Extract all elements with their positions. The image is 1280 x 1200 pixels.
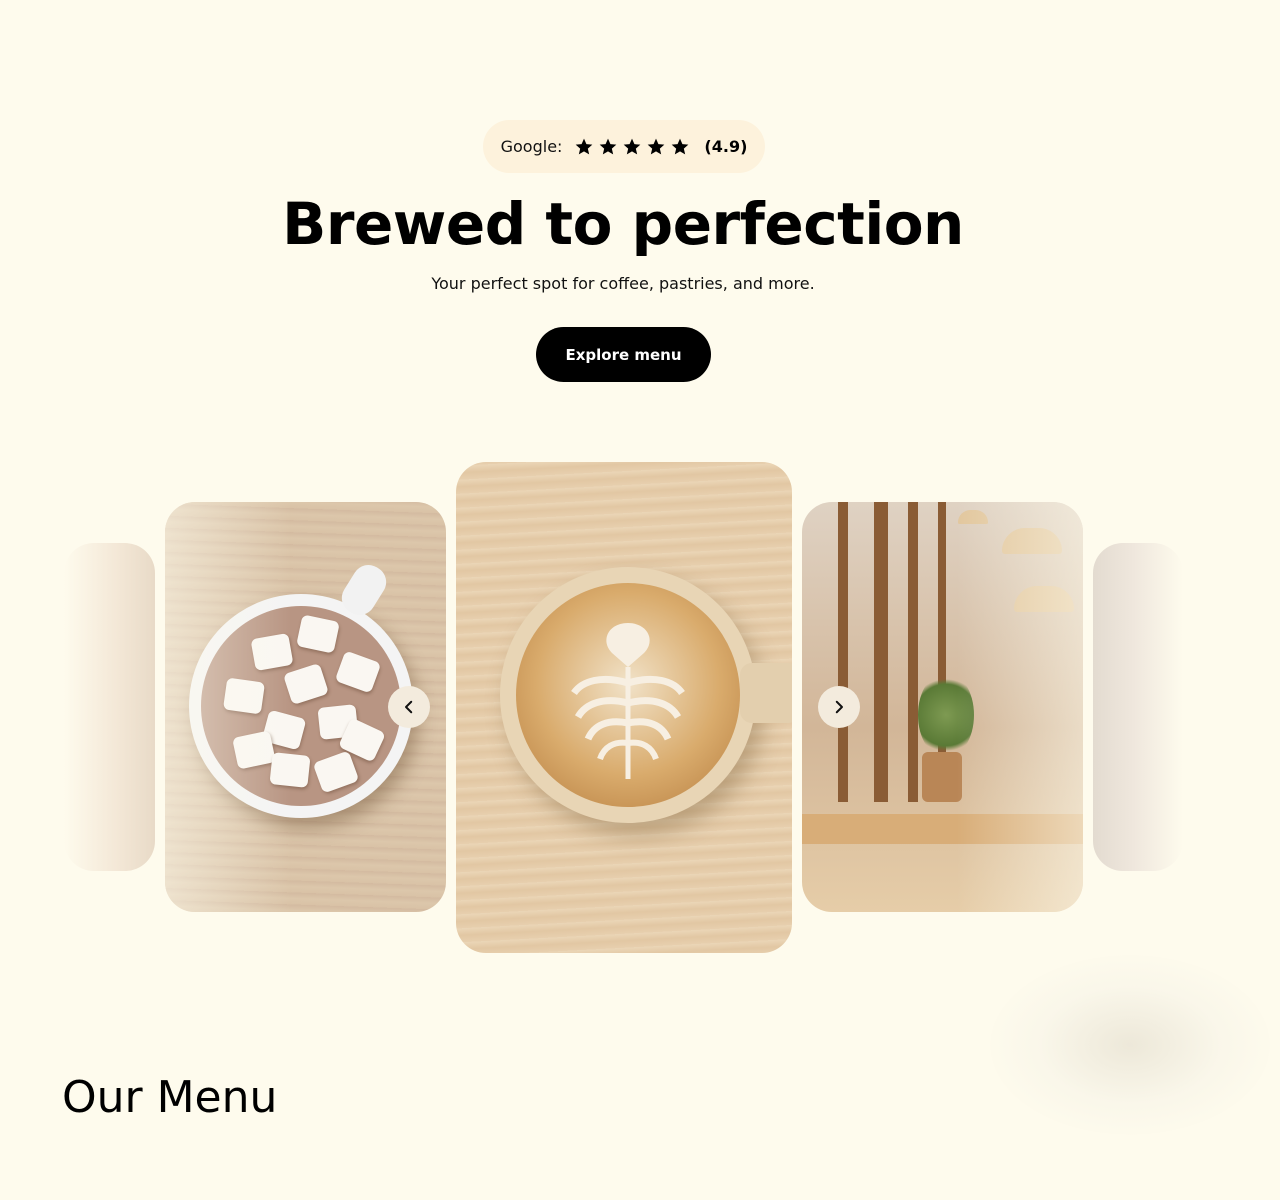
latte-art-photo[interactable] [456, 462, 792, 953]
hero-title: Brewed to perfection [282, 190, 964, 258]
star-icon [646, 137, 666, 157]
our-menu-heading: Our Menu [62, 1072, 278, 1123]
chevron-right-icon [835, 700, 843, 714]
star-icon [670, 137, 690, 157]
star-icon [598, 137, 618, 157]
latte-cup [500, 567, 792, 823]
decorative-blurred-cup [990, 955, 1270, 1135]
star-icon [574, 137, 594, 157]
cafe-counter-photo[interactable] [1093, 543, 1183, 871]
page: Google: (4.9) Brewed to perfection Your … [0, 0, 1280, 1200]
cocoa-mug [189, 558, 413, 818]
rating-source-label: Google: [500, 137, 563, 156]
rating-score: (4.9) [704, 137, 748, 156]
chevron-left-icon [405, 700, 413, 714]
latte-art-icon [571, 623, 685, 779]
carousel-prev-button[interactable] [388, 686, 430, 728]
rating-stars [574, 137, 690, 157]
carousel-next-button[interactable] [818, 686, 860, 728]
google-rating-badge: Google: (4.9) [483, 120, 765, 173]
explore-menu-button[interactable]: Explore menu [536, 327, 711, 382]
hero-subtitle: Your perfect spot for coffee, pastries, … [431, 274, 815, 293]
star-icon [622, 137, 642, 157]
pastry-photo[interactable] [64, 543, 155, 871]
